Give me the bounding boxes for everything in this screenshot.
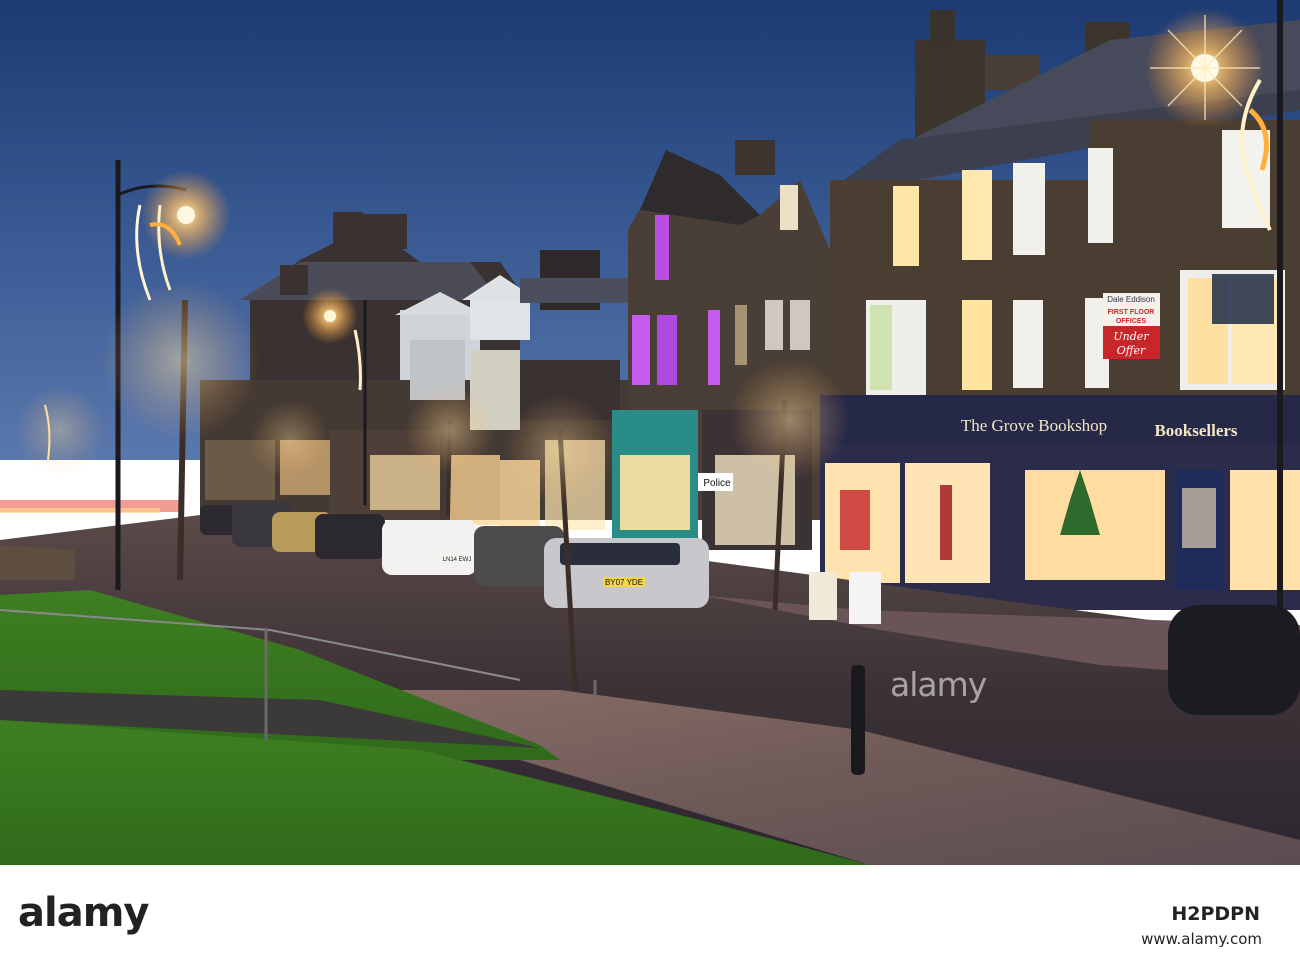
number-plate-white-car: LN14 EWJ: [443, 557, 472, 563]
agent-sign-name: Dale Eddison: [1107, 295, 1155, 304]
number-plate-silver-car: BY07 YDE: [605, 578, 643, 587]
agent-sign-under: Under: [1113, 330, 1149, 343]
street-photo: Dale Eddison FIRST FLOOR OFFICES Under O…: [0, 0, 1300, 865]
footer-bar: [0, 865, 1300, 955]
agent-sign-offer: Offer: [1117, 344, 1146, 357]
watermark: alamy: [890, 665, 987, 704]
agent-sign-line3: OFFICES: [1116, 318, 1147, 325]
booksellers-sign: Booksellers: [1154, 421, 1237, 440]
bookshop-sign: The Grove Bookshop: [961, 416, 1107, 435]
website-link[interactable]: www.alamy.com: [1141, 930, 1262, 948]
footer-logo[interactable]: alamy: [18, 890, 149, 936]
image-id: H2PDPN: [1171, 903, 1260, 925]
bookshop-front: The Grove Bookshop Booksellers: [820, 395, 1300, 610]
police-sign: Police: [703, 478, 731, 489]
agent-sign-line2: FIRST FLOOR: [1108, 309, 1155, 316]
